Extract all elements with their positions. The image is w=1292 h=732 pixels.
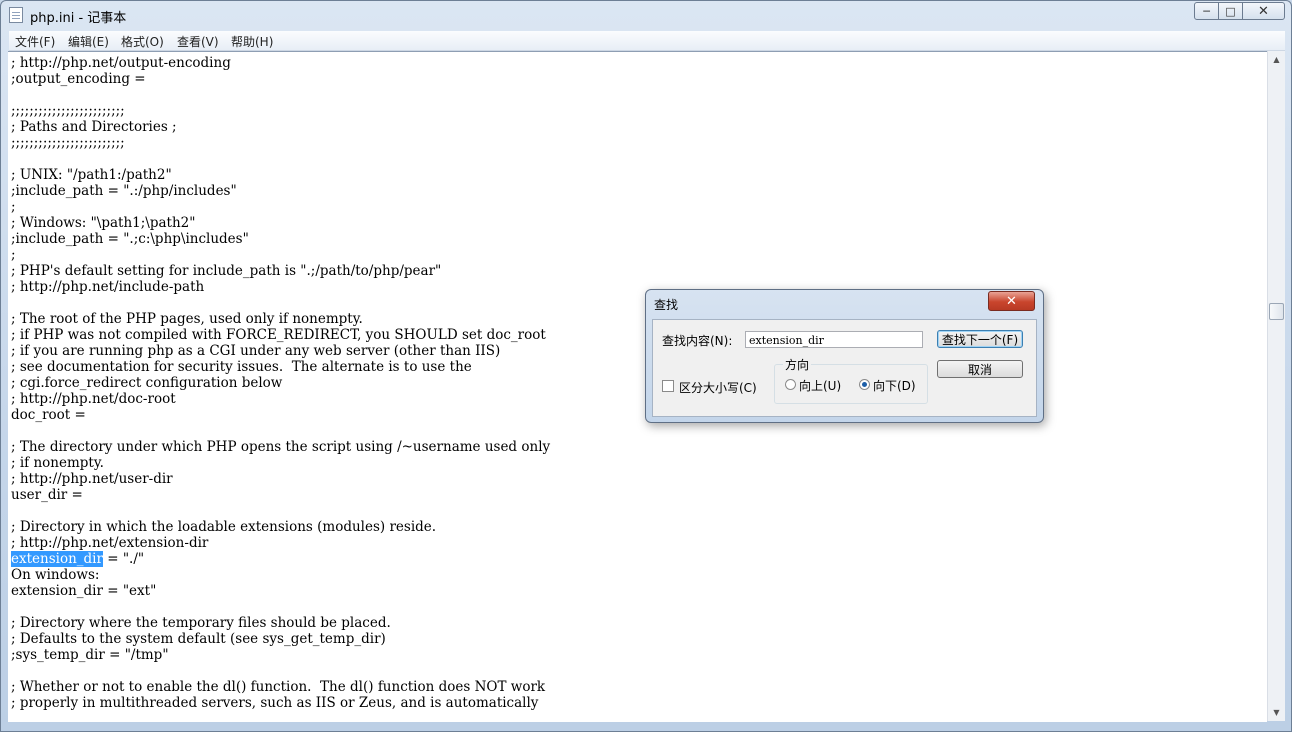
editor-line: ; [11,247,16,263]
editor-line: ; Directory where the temporary files sh… [11,615,391,631]
direction-down-radio[interactable] [859,379,870,390]
scroll-thumb[interactable] [1269,303,1284,320]
editor-line: ; Directory in which the loadable extens… [11,519,437,535]
editor-line: ;include_path = ".;c:\php\includes" [11,231,249,247]
menu-view[interactable]: 查看(V) [177,33,219,50]
find-next-button[interactable]: 查找下一个(F) [937,330,1023,348]
scroll-down-arrow-icon[interactable]: ▼ [1268,704,1285,721]
editor-line: ; http://php.net/include-path [11,279,205,295]
editor-line: ;include_path = ".:/php/includes" [11,183,237,199]
editor-line: ; cgi.force_redirect configuration below [11,375,283,391]
editor-line: ; The root of the PHP pages, used only i… [11,311,363,327]
editor-line: ; Whether or not to enable the dl() func… [11,679,546,695]
editor-line: ;;;;;;;;;;;;;;;;;;;;;;;;; [11,135,125,151]
scroll-up-arrow-icon[interactable]: ▲ [1268,51,1285,68]
find-what-label: 查找内容(N): [662,334,733,348]
find-dialog-title: 查找 [654,298,679,312]
editor-line: ; Windows: "\path1;\path2" [11,215,196,231]
editor-line: ; if PHP was not compiled with FORCE_RED… [11,327,546,343]
menu-format[interactable]: 格式(O) [121,33,164,50]
window-controls: ─ □ ✕ [1194,2,1285,20]
match-case-label[interactable]: 区分大小写(C) [679,379,757,396]
editor-line: ; http://php.net/output-encoding [11,55,231,71]
editor-line: ; see documentation for security issues.… [11,359,472,375]
selected-match: extension_dir [11,551,103,567]
window-title: php.ini - 记事本 [30,11,127,26]
editor-line: ;sys_temp_dir = "/tmp" [11,647,169,663]
find-dialog-body: 查找内容(N): extension_dir 查找下一个(F) 取消 方向 向上… [652,319,1037,417]
maximize-button[interactable]: □ [1218,2,1243,20]
direction-down-label[interactable]: 向下(D) [873,377,916,394]
find-what-input[interactable]: extension_dir [745,331,923,348]
close-button[interactable]: ✕ [1242,2,1285,20]
editor-line: ; PHP's default setting for include_path… [11,263,442,279]
editor-line: ; UNIX: "/path1:/path2" [11,167,172,183]
editor-line: ; [11,199,16,215]
editor-line: ; Defaults to the system default (see sy… [11,631,386,647]
direction-up-radio[interactable] [785,379,796,390]
minimize-button[interactable]: ─ [1194,2,1219,20]
editor-line: ; The directory under which PHP opens th… [11,439,551,455]
editor-line: doc_root = [11,407,86,423]
editor-line: ; properly in multithreaded servers, suc… [11,695,539,711]
menu-file[interactable]: 文件(F) [15,33,55,50]
editor-line: ; http://php.net/user-dir [11,471,173,487]
editor-line: ; Paths and Directories ; [11,119,177,135]
editor-line-selected: extension_dir = "./" [11,551,550,567]
menu-help[interactable]: 帮助(H) [231,33,273,50]
direction-group: 方向 向上(U) 向下(D) [774,356,928,404]
selected-line-rest: = "./" [102,551,145,567]
direction-up-label[interactable]: 向上(U) [799,377,841,394]
match-case-checkbox[interactable] [662,380,674,392]
title-bar[interactable]: php.ini - 记事本 ─ □ ✕ [1,1,1291,30]
menu-edit[interactable]: 编辑(E) [68,33,109,50]
editor-text: ; http://php.net/output-encoding ;output_… [11,55,550,711]
editor-line: ; http://php.net/extension-dir [11,535,209,551]
editor-line: ;;;;;;;;;;;;;;;;;;;;;;;;; [11,103,125,119]
find-dialog: 查找 ✕ 查找内容(N): extension_dir 查找下一个(F) 取消 … [645,289,1044,423]
find-dialog-close-button[interactable]: ✕ [988,291,1035,311]
menu-bar: 文件(F) 编辑(E) 格式(O) 查看(V) 帮助(H) [9,31,1285,51]
notepad-icon[interactable] [9,7,23,23]
editor-line: ; if nonempty. [11,455,104,471]
editor-line: ; if you are running php as a CGI under … [11,343,501,359]
text-editor[interactable]: ; http://php.net/output-encoding ;output_… [8,51,1267,722]
editor-line: On windows: [11,567,100,583]
cancel-button[interactable]: 取消 [937,360,1023,378]
direction-label: 方向 [783,356,812,373]
editor-line: ;output_encoding = [11,71,146,87]
vertical-scrollbar[interactable]: ▲ ▼ [1267,51,1285,721]
editor-line: extension_dir = "ext" [11,583,157,599]
editor-line: ; http://php.net/doc-root [11,391,176,407]
editor-line: user_dir = [11,487,83,503]
